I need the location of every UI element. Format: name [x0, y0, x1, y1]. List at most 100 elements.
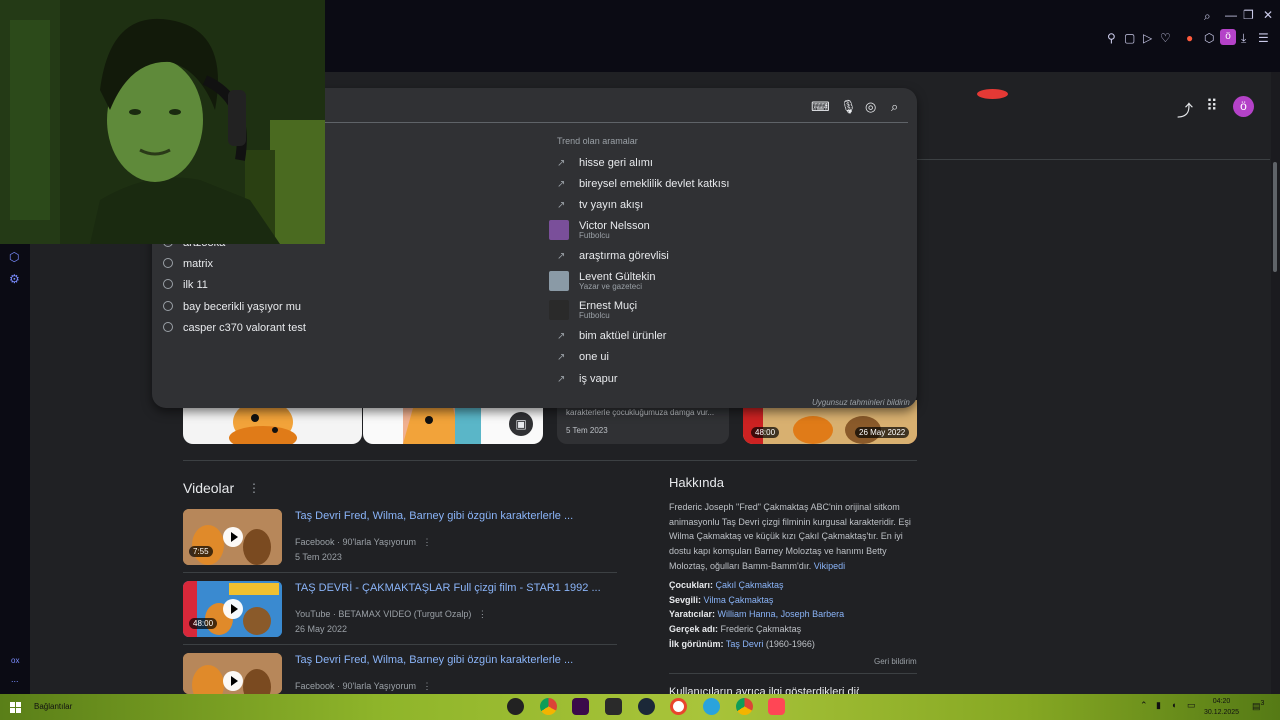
fact-value: Frederic Çakmaktaş — [720, 624, 802, 634]
taskbar-clock[interactable]: 04:20 30.12.2025 — [1204, 696, 1239, 718]
keyboard-icon[interactable]: ⌨ — [811, 99, 830, 115]
trending-item[interactable]: Ernest Muçi Futbolcu — [549, 300, 637, 320]
news-date: 5 Tem 2023 — [566, 426, 608, 435]
close-icon[interactable]: ✕ — [1263, 8, 1273, 22]
play-icon — [223, 671, 243, 691]
screenshot-icon[interactable]: ▢ — [1124, 31, 1135, 45]
fact-link[interactable]: William Hanna, Joseph Barbera — [718, 609, 845, 619]
video-duration: 48:00 — [189, 618, 218, 629]
video-date: 5 Tem 2023 — [295, 552, 342, 562]
puzzle-icon[interactable]: ⬡ — [1204, 31, 1214, 45]
video-meta: Facebook · 90'larla Yaşıyorum ⋮ — [295, 537, 432, 547]
download-icon[interactable]: ⤓ — [1241, 31, 1246, 45]
more-vert-icon[interactable]: ⋮ — [422, 537, 431, 547]
video-thumbnail[interactable]: 48:00 — [183, 581, 282, 637]
row-divider — [183, 572, 617, 573]
tray-usb-icon[interactable]: ▮ — [1156, 700, 1161, 711]
trending-item[interactable]: Levent Gültekin Yazar ve gazeteci — [549, 271, 655, 291]
trending-title: Trend olan aramalar — [557, 136, 638, 146]
knowledge-panel-description: Frederic Joseph "Fred" Çakmaktaş ABC'nin… — [669, 502, 911, 571]
trending-arrow-icon: ↗ — [557, 331, 566, 342]
more-icon[interactable]: ... — [11, 674, 19, 684]
chrome-app-icon[interactable] — [540, 698, 557, 715]
minimize-icon[interactable]: — — [1225, 8, 1237, 22]
ox-label[interactable]: ox — [11, 656, 19, 665]
apps-grid-icon[interactable]: ⠿ — [1206, 96, 1218, 116]
trending-item[interactable]: ↗ iş vapur — [557, 373, 618, 385]
telegram-app-icon[interactable] — [703, 698, 720, 715]
video-date: 26 May 2022 — [855, 427, 910, 438]
recent-search-item[interactable]: bay becerikli yaşıyor mu — [163, 301, 301, 321]
image-result-2[interactable]: ▣ — [363, 408, 543, 444]
visual-studio-app-icon[interactable] — [572, 698, 589, 715]
fact-row: Gerçek adı: Frederic Çakmaktaş — [669, 624, 802, 634]
tray-chevron-icon[interactable]: ⌃ — [1140, 700, 1148, 711]
doodle-logo[interactable] — [977, 89, 1008, 99]
windows-start-icon[interactable] — [10, 702, 21, 713]
chrome-beta-app-icon[interactable] — [736, 698, 753, 715]
trending-item[interactable]: ↗ hisse geri alımı — [557, 157, 653, 169]
tray-volume-icon[interactable]: ◖ — [1171, 700, 1176, 710]
play-icon — [223, 599, 243, 619]
obs-app-icon[interactable] — [507, 698, 524, 715]
scrollbar-thumb[interactable] — [1273, 162, 1277, 272]
notification-icon[interactable]: ▤3 — [1252, 700, 1264, 712]
fact-link[interactable]: Çakıl Çakmaktaş — [716, 580, 784, 590]
section-divider — [669, 673, 917, 674]
tray-display-icon[interactable]: ▭ — [1187, 700, 1196, 711]
more-vert-icon[interactable]: ⋮ — [248, 481, 260, 495]
video-thumbnail[interactable]: 7:55 — [183, 509, 282, 565]
knowledge-panel-title: Hakkında — [669, 475, 724, 490]
video-duration: 48:00 — [751, 427, 780, 438]
search-icon[interactable]: ⌕ — [1204, 9, 1211, 23]
history-icon — [163, 322, 173, 332]
valorant-app-icon[interactable] — [768, 698, 785, 715]
video-title-link[interactable]: Taş Devri Fred, Wilma, Barney gibi özgün… — [295, 654, 573, 666]
trending-item[interactable]: ↗ one ui — [557, 351, 609, 363]
section-divider — [183, 460, 917, 461]
lens-icon[interactable]: ◎ — [865, 99, 876, 115]
feedback-link[interactable]: Geri bildirim — [874, 657, 917, 666]
avatar[interactable]: ö — [1233, 96, 1254, 117]
fact-link[interactable]: Taş Devri — [726, 639, 764, 649]
image-result-1[interactable] — [183, 408, 362, 444]
epic-app-icon[interactable] — [605, 698, 622, 715]
trending-item[interactable]: ↗ araştırma görevlisi — [557, 250, 669, 262]
video-title-link[interactable]: TAŞ DEVRİ - ÇAKMAKTAŞLAR Full çizgi film… — [295, 582, 601, 594]
search-icon[interactable]: ⌕ — [891, 99, 898, 115]
trending-item[interactable]: ↗ bim aktüel ürünler — [557, 330, 666, 342]
pin-icon[interactable]: ⚲ — [1107, 31, 1116, 45]
trending-item[interactable]: Victor Nelsson Futbolcu — [549, 220, 650, 240]
play-icon[interactable]: ▷ — [1143, 31, 1152, 45]
restore-icon[interactable]: ❐ — [1243, 8, 1254, 22]
recent-search-item[interactable]: ilk 11 — [163, 279, 208, 299]
steam-app-icon[interactable] — [638, 698, 655, 715]
more-vert-icon[interactable]: ⋮ — [422, 681, 431, 691]
settings-icon[interactable]: ⚙ — [9, 272, 20, 286]
extension-icon[interactable]: ● — [1186, 31, 1193, 45]
profile-badge[interactable]: ö — [1220, 29, 1236, 45]
extension-icon[interactable]: ⬡ — [9, 250, 19, 264]
fact-link[interactable]: Vilma Çakmaktaş — [704, 595, 774, 605]
connections-label[interactable]: Bağlantılar — [34, 702, 72, 711]
scrollbar[interactable] — [1271, 72, 1280, 694]
microphone-icon[interactable]: 🎙 — [840, 99, 857, 115]
menu-icon[interactable]: ☰ — [1258, 31, 1269, 45]
recent-search-item[interactable]: matrix — [163, 258, 213, 278]
trending-arrow-icon: ↗ — [557, 251, 566, 262]
video-thumbnail[interactable] — [183, 653, 282, 694]
opera-app-icon[interactable] — [670, 698, 687, 715]
trending-item[interactable]: ↗ bireysel emeklilik devlet katkısı — [557, 178, 729, 190]
person-thumbnail — [549, 271, 569, 291]
recent-search-item[interactable]: casper c370 valorant test — [163, 322, 306, 342]
wikipedia-link[interactable]: Vikipedi — [814, 561, 845, 571]
history-icon — [163, 301, 173, 311]
image-search-icon[interactable]: ▣ — [509, 412, 533, 436]
trending-item[interactable]: ↗ tv yayın akışı — [557, 199, 643, 211]
more-vert-icon[interactable]: ⋮ — [478, 609, 487, 619]
report-predictions-link[interactable]: Uygunsuz tahminleri bildirin — [812, 398, 910, 407]
share-icon[interactable]: ⤴ — [1177, 97, 1193, 121]
trending-arrow-icon: ↗ — [557, 374, 566, 385]
heart-icon[interactable]: ♡ — [1160, 31, 1171, 45]
video-title-link[interactable]: Taş Devri Fred, Wilma, Barney gibi özgün… — [295, 510, 573, 522]
